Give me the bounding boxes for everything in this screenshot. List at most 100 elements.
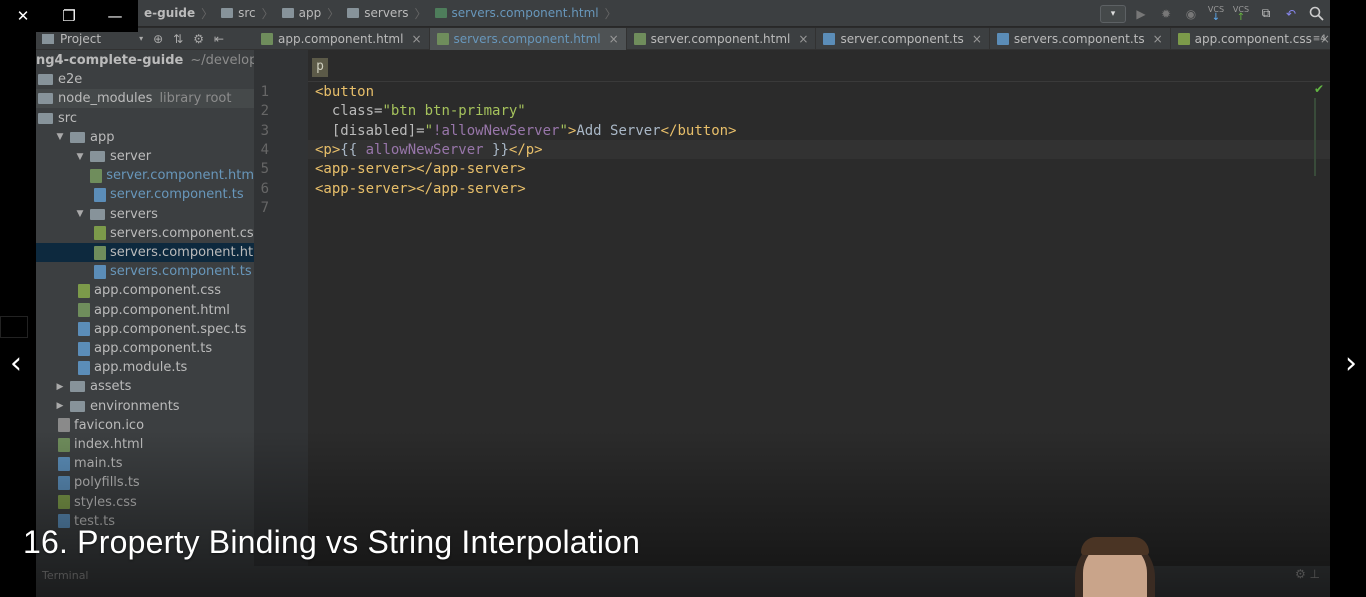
close-icon[interactable]: × <box>972 32 982 46</box>
tree-item-server-component-ts[interactable]: server.component.ts <box>36 185 254 204</box>
breadcrumb-label: app <box>298 6 322 20</box>
tree-item-hint: library root <box>159 91 232 107</box>
breadcrumb-item[interactable]: src 〉 <box>217 5 278 22</box>
navigation-bar: e-guide 〉 src 〉 app 〉 servers 〉 servers.componen… <box>36 0 1330 27</box>
close-icon[interactable]: × <box>798 32 808 46</box>
code-line[interactable]: <app-server></app-server> <box>315 180 526 199</box>
target-icon[interactable]: ⊕ <box>153 32 163 46</box>
debug-icon[interactable]: ✹ <box>1156 4 1176 24</box>
tree-item-styles-css[interactable]: styles.css <box>36 493 254 512</box>
minimize-icon[interactable]: — <box>92 7 138 25</box>
breadcrumb-item[interactable]: servers 〉 <box>343 5 430 22</box>
tree-item-label: node_modules <box>58 91 153 107</box>
tab-servers-component-ts[interactable]: servers.component.ts × <box>990 27 1171 50</box>
chevron-down-icon[interactable]: ▾ <box>139 34 143 43</box>
tree-item-label: main.ts <box>74 456 123 472</box>
tree-item-src[interactable]: src <box>36 109 254 128</box>
code-token: <app-server></app-server> <box>315 161 526 178</box>
tabs-overflow[interactable]: ≡4 <box>1313 28 1326 50</box>
code-token: !allowNewServer <box>433 122 560 139</box>
coverage-icon[interactable]: ◉ <box>1181 4 1201 24</box>
line-number: 4 <box>260 141 269 158</box>
breadcrumb-item[interactable]: app 〉 <box>278 5 344 22</box>
tree-item-label: app.module.ts <box>94 360 188 376</box>
run-icon[interactable]: ▶ <box>1131 4 1151 24</box>
previous-arrow-icon[interactable]: ‹ <box>2 347 30 381</box>
tree-item-app-component-ts[interactable]: app.component.ts <box>36 339 254 358</box>
error-stripe[interactable] <box>1314 98 1316 176</box>
project-panel-title[interactable]: Project <box>60 32 101 46</box>
vcs-update-button[interactable]: VCS ↓ <box>1206 4 1226 24</box>
code-line[interactable]: <p>{{ allowNewServer }}</p> <box>315 141 543 160</box>
terminal-label[interactable]: Terminal <box>42 569 89 582</box>
tree-item-e2e[interactable]: e2e <box>36 70 254 89</box>
close-icon[interactable]: × <box>411 32 421 46</box>
breadcrumb-item[interactable]: servers.component.html 〉 <box>431 5 621 22</box>
tree-item-label: app.component.css <box>94 283 221 299</box>
tab-servers-component-html[interactable]: servers.component.html × <box>429 27 627 50</box>
next-arrow-icon[interactable]: › <box>1337 347 1365 381</box>
tree-item-label: environments <box>90 398 180 414</box>
close-icon[interactable]: × <box>1153 32 1163 46</box>
run-config-dropdown[interactable]: ▾ <box>1100 4 1126 23</box>
tree-item-server-component-htm[interactable]: server.component.htm <box>36 166 254 185</box>
revert-icon[interactable]: ↶ <box>1281 4 1301 24</box>
close-icon[interactable]: × <box>609 32 619 46</box>
tree-item-favicon-ico[interactable]: favicon.ico <box>36 416 254 435</box>
tree-item-polyfills-ts[interactable]: polyfills.ts <box>36 473 254 492</box>
vcs-history-icon[interactable]: ⧉ <box>1256 4 1276 24</box>
breadcrumb-separator: 〉 <box>201 6 214 21</box>
tab-app-component-css[interactable]: app.component.css × <box>1171 28 1330 50</box>
code-line[interactable]: class="btn btn-primary" <box>315 102 526 121</box>
webcam-hair <box>1081 537 1149 555</box>
instructor-webcam <box>1075 537 1155 597</box>
hide-panel-icon[interactable]: ⇤ <box>214 32 224 46</box>
tree-item-servers-component-cs[interactable]: servers.component.cs <box>36 224 254 243</box>
tree-item-ng4-complete-guide[interactable]: ng4-complete-guide ~/developme <box>36 51 254 70</box>
breadcrumb-separator: 〉 <box>604 6 617 21</box>
collapse-all-icon[interactable]: ⇅ <box>173 32 183 46</box>
tree-item-node-modules[interactable]: node_modules library root <box>36 89 254 109</box>
tree-item-servers[interactable]: ▼ servers <box>36 205 254 224</box>
ts-file-icon <box>58 475 70 490</box>
side-thumbnail <box>0 316 28 338</box>
expanded-arrow-icon[interactable]: ▼ <box>54 132 66 142</box>
tag-breadcrumb[interactable]: p <box>312 58 328 77</box>
ide-window: e-guide 〉 src 〉 app 〉 servers 〉 servers.componen… <box>36 0 1330 597</box>
tree-item-label: server <box>110 149 152 164</box>
tree-item-app-component-spec-ts[interactable]: app.component.spec.ts <box>36 320 254 339</box>
html-file-icon <box>434 8 447 18</box>
tree-item-index-html[interactable]: index.html <box>36 435 254 454</box>
restore-icon[interactable]: ❐ <box>46 7 92 25</box>
tab-server-component-ts[interactable]: server.component.ts × <box>816 27 990 50</box>
code-line[interactable]: <app-server></app-server> <box>315 160 526 179</box>
expanded-arrow-icon[interactable]: ▼ <box>74 209 86 219</box>
code-editor[interactable]: p <button class="btn btn-primary" [disab… <box>254 50 1330 570</box>
line-number: 3 <box>260 122 269 139</box>
gear-icon[interactable]: ⚙ <box>193 32 204 46</box>
code-line[interactable]: [disabled]="!allowNewServer">Add Server<… <box>315 122 737 141</box>
navbar-toolbar: ▾ ▶ ✹ ◉ VCS ↓ VCS ↑ ⧉ ↶ <box>1100 0 1330 27</box>
tree-item-server[interactable]: ▼ server <box>36 147 254 166</box>
tab-server-component-html[interactable]: server.component.html × <box>627 27 817 50</box>
tree-item-main-ts[interactable]: main.ts <box>36 454 254 473</box>
tab-app-component-html[interactable]: app.component.html × <box>254 27 430 50</box>
gear-icon[interactable]: ⚙ ⊥ <box>1295 567 1320 581</box>
code-line[interactable]: <button <box>315 83 374 102</box>
tree-item-app[interactable]: ▼ app <box>36 128 254 147</box>
close-icon[interactable]: ✕ <box>0 7 46 25</box>
tree-item-app-module-ts[interactable]: app.module.ts <box>36 358 254 377</box>
expanded-arrow-icon[interactable]: ▼ <box>74 152 86 162</box>
tree-item-assets[interactable]: ▶ assets <box>36 377 254 396</box>
collapsed-arrow-icon[interactable]: ▶ <box>54 382 66 392</box>
breadcrumb-item[interactable]: e-guide 〉 <box>140 5 217 22</box>
search-icon[interactable] <box>1306 4 1326 24</box>
collapsed-arrow-icon[interactable]: ▶ <box>54 401 66 411</box>
tree-item-environments[interactable]: ▶ environments <box>36 397 254 416</box>
tree-item-servers-component-ts[interactable]: servers.component.ts <box>36 262 254 281</box>
tree-item-app-component-css[interactable]: app.component.css <box>36 281 254 300</box>
vcs-commit-button[interactable]: VCS ↑ <box>1231 4 1251 24</box>
tree-item-label: server.component.htm <box>106 168 254 184</box>
tree-item-servers-component-ht[interactable]: servers.component.ht <box>36 243 254 262</box>
tree-item-app-component-html[interactable]: app.component.html <box>36 301 254 320</box>
